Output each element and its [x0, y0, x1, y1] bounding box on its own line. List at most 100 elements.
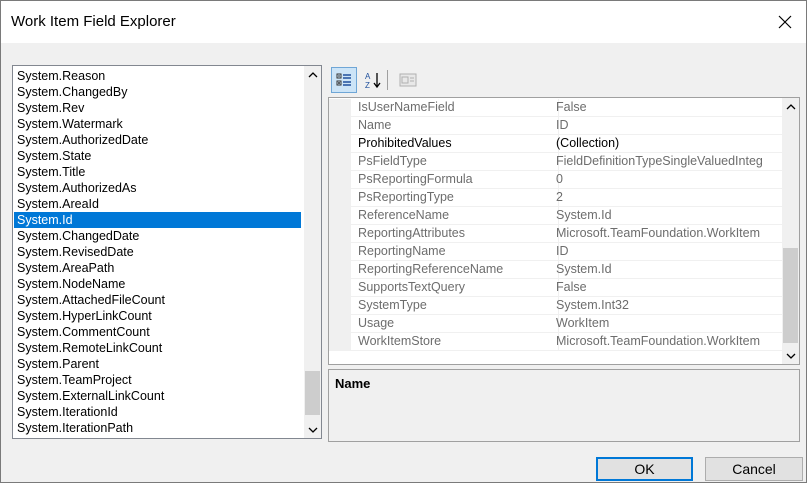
property-value[interactable]: ID — [551, 243, 786, 261]
property-row-gutter — [329, 189, 351, 207]
property-row-gutter — [329, 261, 351, 279]
field-list-item[interactable]: System.IterationPath — [14, 420, 301, 436]
property-name[interactable]: ReportingAttributes — [351, 225, 559, 243]
close-button[interactable] — [768, 5, 802, 39]
property-value[interactable]: (Collection) — [551, 135, 786, 153]
property-row[interactable]: PsFieldType FieldDefinitionTypeSingleValu… — [329, 153, 786, 171]
property-value[interactable]: 0 — [551, 171, 786, 189]
field-list-item[interactable]: System.AuthorizedAs — [14, 180, 301, 196]
field-list-item[interactable]: System.AreaId — [14, 196, 301, 212]
property-grid[interactable]: IsUserNameField False Name ID ProhibitedValu… — [328, 97, 800, 365]
property-row[interactable]: WorkItemStore Microsoft.TeamFoundation.Wo… — [329, 333, 786, 351]
property-name[interactable]: ProhibitedValues — [351, 135, 559, 153]
property-name[interactable]: Name — [351, 117, 559, 135]
field-list-item[interactable]: System.State — [14, 148, 301, 164]
categorized-button[interactable] — [331, 67, 357, 93]
field-list-scrollbar[interactable] — [304, 66, 321, 438]
property-name[interactable]: ReportingName — [351, 243, 559, 261]
property-value[interactable]: 2 — [551, 189, 786, 207]
chevron-up-icon — [786, 103, 795, 109]
scroll-up-arrow[interactable] — [304, 66, 321, 83]
property-row[interactable]: SystemType System.Int32 — [329, 297, 786, 315]
property-value[interactable]: False — [551, 99, 786, 117]
property-row[interactable]: Name ID — [329, 117, 786, 135]
field-list-item[interactable]: System.Title — [14, 164, 301, 180]
property-name[interactable]: PsReportingType — [351, 189, 559, 207]
field-list-item[interactable]: System.AreaPath — [14, 260, 301, 276]
property-row[interactable]: ReportingReferenceName System.Id — [329, 261, 786, 279]
property-row[interactable]: ProhibitedValues (Collection) — [329, 135, 786, 153]
field-list-item[interactable]: System.RemoteLinkCount — [14, 340, 301, 356]
property-row-gutter — [329, 117, 351, 135]
description-pane: Name — [328, 369, 800, 442]
field-list-scroll-thumb[interactable] — [305, 371, 320, 415]
property-value[interactable]: WorkItem — [551, 315, 786, 333]
property-row-gutter — [329, 243, 351, 261]
window-title: Work Item Field Explorer — [11, 13, 176, 30]
field-list-item[interactable]: System.Watermark — [14, 116, 301, 132]
field-list-item[interactable]: System.AttachedFileCount — [14, 292, 301, 308]
alphabetical-sort-icon: A Z — [365, 72, 381, 89]
field-list-item[interactable]: System.AuthorizedDate — [14, 132, 301, 148]
description-title: Name — [335, 376, 371, 391]
field-list-item[interactable]: System.IterationId — [14, 404, 301, 420]
field-list-item[interactable]: System.RevisedDate — [14, 244, 301, 260]
property-name[interactable]: Usage — [351, 315, 559, 333]
field-list-item[interactable]: System.Rev — [14, 100, 301, 116]
property-value[interactable]: System.Id — [551, 261, 786, 279]
property-row-gutter — [329, 333, 351, 351]
grid-scroll-thumb[interactable] — [783, 248, 798, 343]
property-name[interactable]: SystemType — [351, 297, 559, 315]
property-name[interactable]: SupportsTextQuery — [351, 279, 559, 297]
alphabetical-button[interactable]: A Z — [360, 67, 386, 93]
work-item-field-explorer-dialog: Work Item Field Explorer System.Reason Sy… — [0, 0, 807, 483]
property-row[interactable]: Usage WorkItem — [329, 315, 786, 333]
grid-scroll-down-arrow[interactable] — [782, 347, 799, 364]
field-list-item[interactable]: System.ExternalLinkCount — [14, 388, 301, 404]
field-list-item[interactable]: System.TeamProject — [14, 372, 301, 388]
property-value[interactable]: Microsoft.TeamFoundation.WorkItem — [551, 333, 786, 351]
ok-button[interactable]: OK — [596, 457, 693, 481]
property-row-gutter — [329, 99, 351, 117]
property-row[interactable]: PsReportingFormula 0 — [329, 171, 786, 189]
field-list-item[interactable]: System.ChangedBy — [14, 84, 301, 100]
property-grid-rows: IsUserNameField False Name ID ProhibitedValu… — [329, 99, 786, 351]
field-list-item[interactable]: System.ChangedDate — [14, 228, 301, 244]
property-value[interactable]: False — [551, 279, 786, 297]
property-name[interactable]: IsUserNameField — [351, 99, 559, 117]
property-name[interactable]: ReferenceName — [351, 207, 559, 225]
toolbar-separator — [387, 70, 388, 90]
field-list-item[interactable]: System.Id — [14, 212, 301, 228]
field-list-item[interactable]: System.Reason — [14, 68, 301, 84]
scroll-down-arrow[interactable] — [304, 421, 321, 438]
property-name[interactable]: ReportingReferenceName — [351, 261, 559, 279]
cancel-button[interactable]: Cancel — [705, 457, 803, 481]
property-name[interactable]: PsReportingFormula — [351, 171, 559, 189]
property-row[interactable]: ReportingAttributes Microsoft.TeamFoundat… — [329, 225, 786, 243]
property-row[interactable]: SupportsTextQuery False — [329, 279, 786, 297]
field-list[interactable]: System.Reason System.ChangedBy System.Rev S… — [12, 65, 322, 439]
property-row[interactable]: IsUserNameField False — [329, 99, 786, 117]
title-bar: Work Item Field Explorer — [1, 1, 806, 43]
property-row[interactable]: PsReportingType 2 — [329, 189, 786, 207]
property-value[interactable]: System.Id — [551, 207, 786, 225]
property-row-gutter — [329, 279, 351, 297]
property-name[interactable]: PsFieldType — [351, 153, 559, 171]
property-pages-button[interactable] — [395, 67, 421, 93]
chevron-up-icon — [308, 71, 317, 77]
field-list-item[interactable]: System.HyperLinkCount — [14, 308, 301, 324]
property-row[interactable]: ReportingName ID — [329, 243, 786, 261]
property-name[interactable]: WorkItemStore — [351, 333, 559, 351]
property-row-gutter — [329, 135, 351, 153]
property-row[interactable]: ReferenceName System.Id — [329, 207, 786, 225]
property-value[interactable]: Microsoft.TeamFoundation.WorkItem — [551, 225, 786, 243]
property-value[interactable]: FieldDefinitionTypeSingleValuedInteg — [551, 153, 786, 171]
property-value[interactable]: System.Int32 — [551, 297, 786, 315]
property-grid-scrollbar[interactable] — [782, 98, 799, 364]
field-list-item[interactable]: System.NodeName — [14, 276, 301, 292]
grid-scroll-up-arrow[interactable] — [782, 98, 799, 115]
property-value[interactable]: ID — [551, 117, 786, 135]
field-list-item[interactable]: System.Parent — [14, 356, 301, 372]
property-grid-toolbar: A Z — [329, 67, 423, 93]
field-list-item[interactable]: System.CommentCount — [14, 324, 301, 340]
